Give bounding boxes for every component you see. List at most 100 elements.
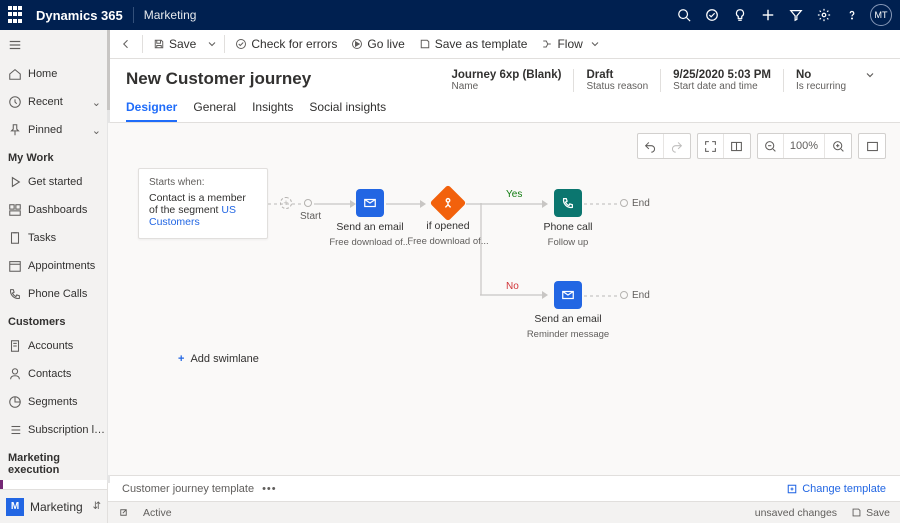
product-name: Dynamics 365 (36, 8, 123, 23)
cmd-label: Flow (557, 37, 582, 51)
node-title: if opened (426, 220, 469, 232)
nav-home[interactable]: Home (0, 60, 107, 88)
nav-segments[interactable]: Segments (0, 388, 107, 416)
popout-button[interactable] (118, 507, 129, 518)
no-label: No (506, 281, 519, 292)
node-subtitle: Follow up (548, 237, 589, 248)
phone-icon (8, 287, 22, 301)
add-swimlane-button[interactable]: +Add swimlane (178, 353, 259, 365)
tab-general[interactable]: General (193, 100, 236, 122)
phone2-icon (554, 189, 582, 217)
nav-label: Get started (28, 176, 107, 188)
chevron-down-icon: ⌄ (92, 96, 101, 109)
nav-contacts[interactable]: Contacts (0, 360, 107, 388)
nav-getstarted[interactable]: Get started (0, 168, 107, 196)
end-label: End (632, 290, 650, 301)
node-subtitle: Free download of... (329, 237, 410, 248)
status-unsaved: unsaved changes (755, 507, 837, 519)
nav-recent[interactable]: Recent ⌄ (0, 88, 107, 116)
summary-label: Is recurring (796, 81, 846, 92)
nav-label: Dashboards (28, 204, 107, 216)
nav-label: Home (28, 68, 107, 80)
module-name: Marketing (144, 8, 197, 22)
status-active: Active (143, 507, 172, 519)
node-send-email-2[interactable]: Send an email Reminder message (528, 281, 608, 340)
summary-expand[interactable] (858, 69, 882, 81)
nav-label: Tasks (28, 232, 107, 244)
sidebar-toggle[interactable] (0, 30, 107, 60)
nav-label: Pinned (28, 124, 86, 136)
node-title: Send an email (336, 221, 403, 233)
go-live-button[interactable]: Go live (345, 30, 410, 58)
nav-dashboards[interactable]: Dashboards (0, 196, 107, 224)
list-icon (8, 423, 22, 437)
nav-customer-journeys[interactable]: Customer journeys (0, 480, 107, 489)
save-button[interactable]: Save (147, 30, 202, 58)
nav-group-mywork: My Work (0, 144, 107, 168)
change-template-button[interactable]: Change template (786, 483, 886, 495)
app-launcher-icon[interactable] (8, 6, 26, 24)
nav-label: Appointments (28, 260, 107, 272)
branch-icon (430, 185, 467, 222)
task-icon[interactable] (698, 0, 726, 30)
node-phone-call[interactable]: Phone call Follow up (528, 189, 608, 248)
summary-label: Start date and time (673, 81, 771, 92)
tab-insights[interactable]: Insights (252, 100, 293, 122)
summary-name: Journey 6xp (Blank) (452, 69, 562, 81)
gear-icon[interactable] (810, 0, 838, 30)
page-title: New Customer journey (126, 69, 440, 89)
change-template-label: Change template (802, 483, 886, 495)
sidebar-scrollbar[interactable] (107, 30, 110, 110)
start-card[interactable]: Starts when: Contact is a member of the … (138, 168, 268, 239)
back-button[interactable] (114, 30, 138, 58)
nav-accounts[interactable]: Accounts (0, 332, 107, 360)
user-avatar[interactable]: MT (870, 4, 892, 26)
area-picker[interactable]: M Marketing ⇵ (0, 489, 107, 523)
bulb-icon[interactable] (726, 0, 754, 30)
mail-icon (554, 281, 582, 309)
cmd-label: Go live (367, 37, 404, 51)
home-icon (8, 67, 22, 81)
person-icon (8, 367, 22, 381)
updown-icon: ⇵ (93, 501, 101, 512)
end-dot (620, 291, 628, 299)
filter-icon[interactable] (782, 0, 810, 30)
nav-phonecalls[interactable]: Phone Calls (0, 280, 107, 308)
check-errors-button[interactable]: Check for errors (229, 30, 343, 58)
end-dot (620, 199, 628, 207)
nav-label: Recent (28, 96, 86, 108)
cmd-label: Check for errors (251, 37, 337, 51)
node-title: Send an email (534, 313, 601, 325)
nav-label: Contacts (28, 368, 107, 380)
template-more-icon[interactable]: ••• (262, 483, 277, 495)
plus-icon[interactable] (754, 0, 782, 30)
tab-social-insights[interactable]: Social insights (309, 100, 386, 122)
nav-pinned[interactable]: Pinned⌄ (0, 116, 107, 144)
add-node-icon[interactable]: + (280, 197, 292, 209)
nav-label: Phone Calls (28, 288, 107, 300)
summary-status: Draft (586, 69, 648, 81)
clipboard-icon (8, 231, 22, 245)
cmd-label: Save as template (435, 37, 528, 51)
building-icon (8, 339, 22, 353)
nav-sublists[interactable]: Subscription lists (0, 416, 107, 444)
nav-appointments[interactable]: Appointments (0, 252, 107, 280)
save-dropdown[interactable] (204, 30, 220, 58)
node-subtitle: Reminder message (527, 329, 609, 340)
clock-icon (8, 95, 22, 109)
node-if-opened[interactable]: if opened Free download of... (408, 190, 488, 247)
status-save-button[interactable]: Save (851, 507, 890, 519)
start-card-header: Starts when: (149, 177, 257, 188)
nav-tasks[interactable]: Tasks (0, 224, 107, 252)
summary-date: 9/25/2020 5:03 PM (673, 69, 771, 81)
search-icon[interactable] (670, 0, 698, 30)
nav-label: Subscription lists (28, 424, 107, 436)
node-send-email-1[interactable]: Send an email Free download of... (330, 189, 410, 248)
play-icon (8, 175, 22, 189)
help-icon[interactable] (838, 0, 866, 30)
plus-icon: + (178, 353, 184, 365)
yes-label: Yes (506, 189, 522, 200)
flow-button[interactable]: Flow (535, 30, 606, 58)
save-as-template-button[interactable]: Save as template (413, 30, 534, 58)
tab-designer[interactable]: Designer (126, 100, 177, 122)
